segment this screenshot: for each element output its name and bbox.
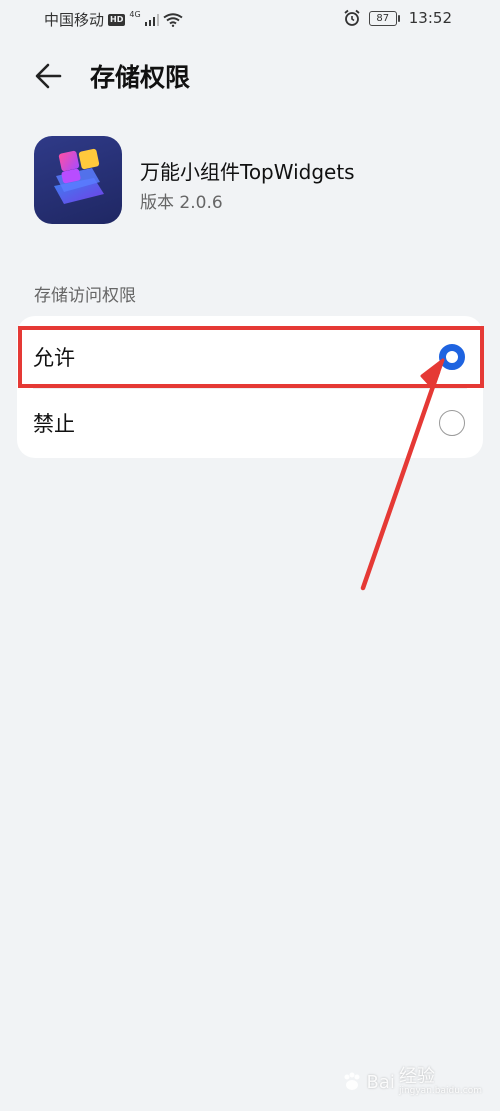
app-version: 版本 2.0.6 <box>140 193 223 213</box>
option-allow[interactable]: 允许 <box>17 322 483 392</box>
network-type: 4G <box>129 10 141 19</box>
arrow-left-icon <box>35 63 62 89</box>
page-title: 存储权限 <box>90 63 191 92</box>
watermark-url: jingyan.baidu.com <box>398 1086 482 1097</box>
paw-icon <box>344 1072 360 1091</box>
app-info: 万能小组件TopWidgets 版本 2.0.6 <box>34 136 474 226</box>
baidu-jingyan-watermark: Bai 经验 jingyan.baidu.com <box>341 1067 482 1097</box>
option-label: 禁止 <box>33 412 75 436</box>
section-label: 存储访问权限 <box>34 286 136 306</box>
wifi-icon <box>163 12 183 27</box>
carrier-name: 中国移动 <box>44 11 105 29</box>
header: 存储权限 <box>0 52 500 100</box>
app-name: 万能小组件TopWidgets <box>140 160 355 184</box>
hd-badge: HD <box>108 13 126 26</box>
watermark-brand: Bai <box>366 1071 395 1093</box>
clock: 13:52 <box>408 9 452 27</box>
radio-unchecked-icon[interactable] <box>439 410 465 436</box>
app-icon <box>34 136 122 224</box>
option-label: 允许 <box>33 346 75 370</box>
permission-options-card: 允许 禁止 <box>17 316 483 458</box>
radio-checked-icon[interactable] <box>439 344 465 370</box>
status-right: 87 13:52 <box>343 9 452 27</box>
status-left: 中国移动 HD 4G <box>44 9 183 30</box>
alarm-icon <box>344 9 360 26</box>
battery-indicator: 87 <box>368 10 400 26</box>
signal-icon <box>144 13 159 26</box>
watermark-suffix: 经验 <box>398 1066 435 1088</box>
battery-level: 87 <box>376 12 390 24</box>
back-button[interactable] <box>30 58 70 94</box>
status-bar: 中国移动 HD 4G 87 13:52 <box>0 0 500 38</box>
widgets-logo-icon <box>54 148 104 204</box>
option-deny[interactable]: 禁止 <box>17 388 483 458</box>
